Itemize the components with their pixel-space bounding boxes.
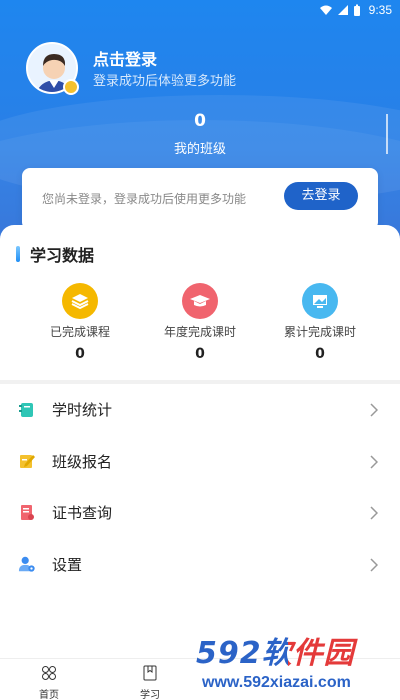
home-icon	[42, 666, 56, 680]
certificate-icon	[18, 504, 36, 522]
edit-icon	[18, 452, 36, 470]
chevron-right-icon	[370, 403, 378, 417]
watermark-url: www.592xiazai.com	[202, 674, 351, 691]
stat-value: 0	[75, 346, 85, 362]
login-notice-text: 您尚未登录，登录成功后使用更多功能	[42, 192, 247, 206]
menu-item-class-enrollment[interactable]: 班级报名	[0, 436, 400, 488]
menu-item-label: 学时统计	[52, 401, 113, 420]
book-icon	[143, 665, 157, 681]
wifi-icon	[319, 5, 332, 15]
stat-label: 已完成课程	[49, 325, 110, 339]
nav-tab-label: 首页	[39, 690, 59, 700]
menu-item-settings[interactable]: 设置	[0, 539, 400, 591]
login-title[interactable]: 点击登录	[93, 46, 157, 70]
menu-list: 学时统计 班级报名 证书查询 设置	[0, 384, 400, 590]
user-settings-icon	[18, 555, 36, 573]
stat-value: 0	[315, 346, 325, 362]
learning-data-title: 学习数据	[16, 242, 94, 266]
login-subtitle: 登录成功后体验更多功能	[93, 74, 237, 89]
status-time: 9:35	[368, 3, 392, 17]
login-notice-card: 您尚未登录，登录成功后使用更多功能 去登录	[22, 168, 378, 230]
header-divider	[386, 114, 388, 154]
nav-tab-study[interactable]: 学习	[125, 665, 175, 700]
layers-icon	[62, 283, 98, 319]
chevron-right-icon	[370, 557, 378, 572]
site-watermark: 592软件园 www.592xiazai.com	[196, 628, 400, 700]
class-count[interactable]: 0	[0, 111, 400, 131]
stat-completed-courses[interactable]: 已完成课程 0	[20, 283, 140, 362]
stat-total-hours[interactable]: 累计完成课时 0	[260, 283, 380, 362]
signal-icon	[337, 5, 348, 15]
notebook-icon	[18, 401, 36, 419]
chevron-right-icon	[370, 454, 378, 469]
nav-tab-home[interactable]: 首页	[24, 665, 74, 700]
menu-item-label: 证书查询	[52, 504, 113, 523]
stat-value: 0	[195, 346, 205, 362]
avatar-edit-badge	[63, 79, 79, 95]
stat-label: 累计完成课时	[283, 325, 356, 339]
menu-item-hours-statistics[interactable]: 学时统计	[0, 384, 400, 436]
watermark-logo-text: 592软件园	[196, 628, 400, 672]
title-accent-bar	[16, 246, 20, 262]
learning-data-panel: 学习数据 已完成课程 0 年度完成课时 0 累计完成课时 0	[0, 225, 400, 385]
go-login-button[interactable]: 去登录	[284, 182, 358, 210]
chevron-right-icon	[370, 506, 378, 520]
menu-item-label: 设置	[52, 555, 83, 574]
menu-item-certificate-query[interactable]: 证书查询	[0, 487, 400, 539]
stat-annual-hours[interactable]: 年度完成课时 0	[140, 283, 260, 362]
status-bar: 9:35	[0, 0, 400, 20]
battery-icon	[353, 4, 360, 16]
learning-data-title-text: 学习数据	[30, 246, 95, 265]
stat-label: 年度完成课时	[163, 325, 236, 339]
menu-item-label: 班级报名	[52, 452, 113, 471]
class-label[interactable]: 我的班级	[0, 138, 400, 157]
monitor-icon	[302, 283, 338, 319]
learning-stats: 已完成课程 0 年度完成课时 0 累计完成课时 0	[0, 283, 400, 362]
graduation-cap-icon	[182, 283, 218, 319]
nav-tab-label: 学习	[140, 690, 160, 700]
